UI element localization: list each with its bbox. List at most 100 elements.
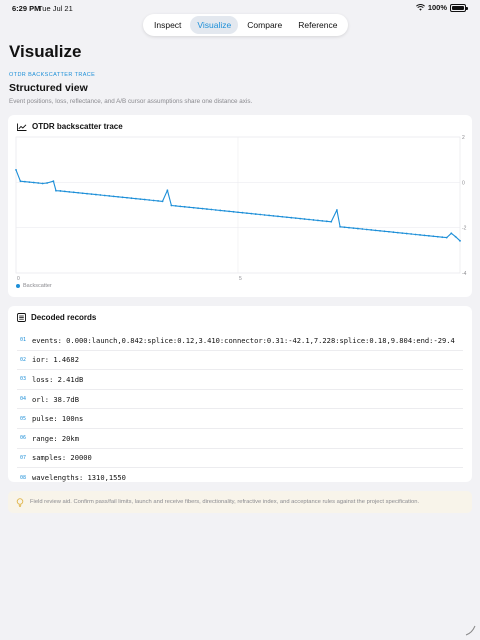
record-row: 05 pulse: 100ns [17,409,463,429]
data-point [90,193,93,196]
data-point [63,190,66,193]
record-row: 08 wavelengths: 1310,1550 [17,468,463,488]
record-text: range: 20km [32,433,79,443]
data-point [454,235,457,238]
chart-line-icon [17,123,27,131]
data-point [161,200,164,203]
data-point [228,210,231,213]
data-point [210,208,213,211]
data-point [77,191,80,194]
data-point [361,228,364,230]
data-point [445,236,448,239]
data-point [392,231,395,234]
record-row: 06 range: 20km [17,429,463,449]
data-point [401,232,404,235]
data-point [325,220,328,223]
data-point [330,220,333,223]
data-point [285,216,288,219]
data-point [450,232,453,235]
data-point [81,192,84,195]
x-tick-label: 0 [17,276,20,282]
data-point [139,198,142,201]
data-point [250,212,253,215]
data-point [317,219,319,222]
data-point [268,214,270,217]
records-card: Decoded records 01 events: 0.000:launch,… [8,306,472,482]
data-point [188,206,191,209]
data-point [232,210,235,213]
tab-compare[interactable]: Compare [240,16,289,34]
data-point [23,180,26,183]
data-point [308,218,310,221]
data-point [410,233,413,235]
data-point [383,230,386,233]
section-title: Structured view [9,82,88,94]
record-index: 07 [20,454,27,461]
y-tick-label: -4 [462,271,467,277]
data-point [241,211,244,214]
data-point [130,197,133,200]
data-point [32,181,35,184]
record-index: 03 [20,376,27,383]
data-point [348,226,350,229]
wifi-icon [415,4,425,11]
data-point [95,193,97,196]
record-row: 04 orl: 38.7dB [17,390,463,410]
data-point [152,199,155,202]
status-date: Tue Jul 21 [38,4,73,13]
data-point [237,211,239,214]
record-index: 04 [20,396,27,403]
list-icon [17,313,26,322]
data-point [192,206,195,209]
data-point [436,235,439,238]
data-point [219,209,222,212]
section-subtitle: Event positions, loss, reflectance, and … [9,98,253,105]
resize-handle-icon[interactable] [464,624,476,636]
record-index: 08 [20,474,27,481]
tab-visualize[interactable]: Visualize [190,16,239,34]
record-index: 02 [20,356,27,363]
data-point [299,217,302,220]
data-point [55,189,57,192]
chart-legend: Backscatter [16,283,52,289]
field-note-text: Field review aid. Confirm pass/fail limi… [30,499,420,505]
data-point [290,216,293,219]
data-point [370,229,373,231]
data-point [15,168,17,171]
data-point [174,205,177,207]
page-title: Visualize [9,42,82,61]
record-row: 07 samples: 20000 [17,449,463,469]
data-point [294,217,297,220]
record-text: samples: 20000 [32,453,92,463]
record-text: wavelengths: 1310,1550 [32,473,126,483]
data-point [59,190,62,192]
data-point [170,204,173,207]
lightbulb-icon [16,497,24,507]
data-point [41,182,44,185]
field-note: Field review aid. Confirm pass/fail limi… [8,491,472,513]
section-eyebrow: OTDR BACKSCATTER TRACE [9,72,96,78]
data-point [245,212,248,215]
chart-card-title: OTDR backscatter trace [32,122,123,131]
data-point [396,231,399,234]
data-point [206,208,208,210]
y-tick-label: -2 [462,226,467,232]
data-point [108,195,111,197]
tab-reference[interactable]: Reference [291,16,344,34]
data-point [86,192,88,195]
data-point [179,205,182,208]
data-point [52,180,55,183]
data-point [37,182,40,184]
record-row: 03 loss: 2.41dB [17,370,463,390]
otdr-chart: 2 0 -2 -4 0 5 [15,135,467,282]
data-point [254,213,257,215]
data-point [68,190,71,193]
status-time: 6:29 PM [12,4,41,13]
record-text: pulse: 100ns [32,414,84,424]
record-text: events: 0.000:launch,0.842:splice:0.12,3… [32,335,455,345]
data-point [223,209,226,212]
records-card-header: Decoded records [17,313,96,322]
data-point [303,218,306,220]
x-tick-label: 5 [239,276,242,282]
tab-inspect[interactable]: Inspect [147,16,188,34]
